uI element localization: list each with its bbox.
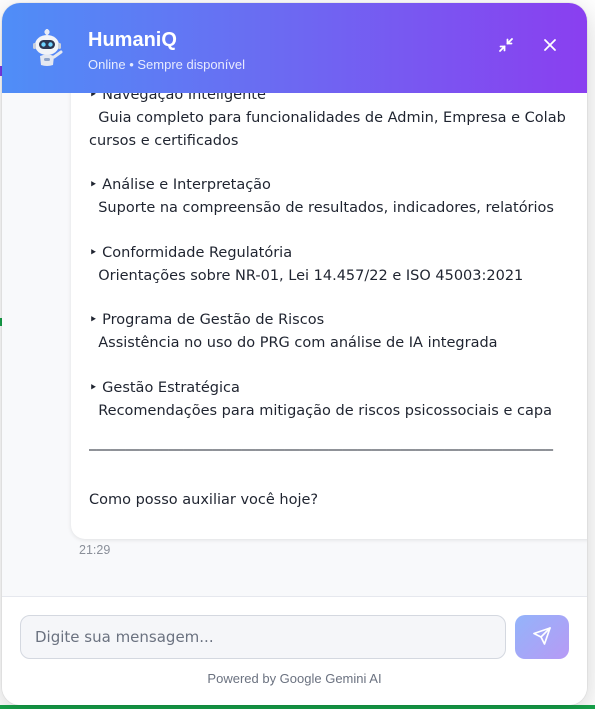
message-divider: ________________________________________… bbox=[89, 435, 553, 451]
minimize-icon bbox=[497, 36, 515, 59]
message-line: Como posso auxiliar você hoje? bbox=[89, 492, 319, 508]
message-line: Recomendações para mitigação de riscos p… bbox=[89, 403, 552, 419]
message-line: ‣ Análise e Interpretação bbox=[89, 177, 271, 193]
message-list[interactable]: ‣ Navegação Inteligente Guia completo pa… bbox=[2, 93, 587, 597]
chat-widget: HumaniQ Online • Sempre disponível ‣ Nav… bbox=[2, 3, 587, 705]
chat-header: HumaniQ Online • Sempre disponível bbox=[2, 3, 587, 93]
online-status: Online • Sempre disponível bbox=[88, 57, 246, 72]
minimize-button[interactable] bbox=[496, 37, 516, 57]
close-button[interactable] bbox=[540, 37, 560, 57]
message-line: Orientações sobre NR-01, Lei 14.457/22 e… bbox=[89, 268, 524, 284]
robot-icon bbox=[30, 29, 64, 67]
message-timestamp: 21:29 bbox=[79, 543, 111, 557]
assistant-message-bubble: ‣ Navegação Inteligente Guia completo pa… bbox=[71, 93, 587, 539]
powered-by-text: Powered by Google Gemini AI bbox=[207, 671, 382, 686]
close-icon bbox=[543, 38, 557, 57]
message-line: ‣ Navegação Inteligente bbox=[89, 93, 266, 103]
message-line: Guia completo para funcionalidades de Ad… bbox=[89, 110, 566, 126]
send-icon bbox=[532, 626, 552, 649]
message-line: ‣ Gestão Estratégica bbox=[89, 380, 240, 396]
composer: Powered by Google Gemini AI bbox=[2, 596, 587, 705]
message-line: cursos e certificados bbox=[89, 133, 239, 149]
message-line: ‣ Programa de Gestão de Riscos bbox=[89, 312, 325, 328]
send-button[interactable] bbox=[515, 615, 569, 659]
background-bottom-bar bbox=[0, 705, 595, 709]
message-line: Suporte na compreensão de resultados, in… bbox=[89, 200, 554, 216]
chat-title: HumaniQ bbox=[88, 29, 177, 51]
message-line: ‣ Conformidade Regulatória bbox=[89, 245, 293, 261]
message-input[interactable] bbox=[20, 615, 506, 659]
message-line: Assistência no uso do PRG com análise de… bbox=[89, 335, 498, 351]
